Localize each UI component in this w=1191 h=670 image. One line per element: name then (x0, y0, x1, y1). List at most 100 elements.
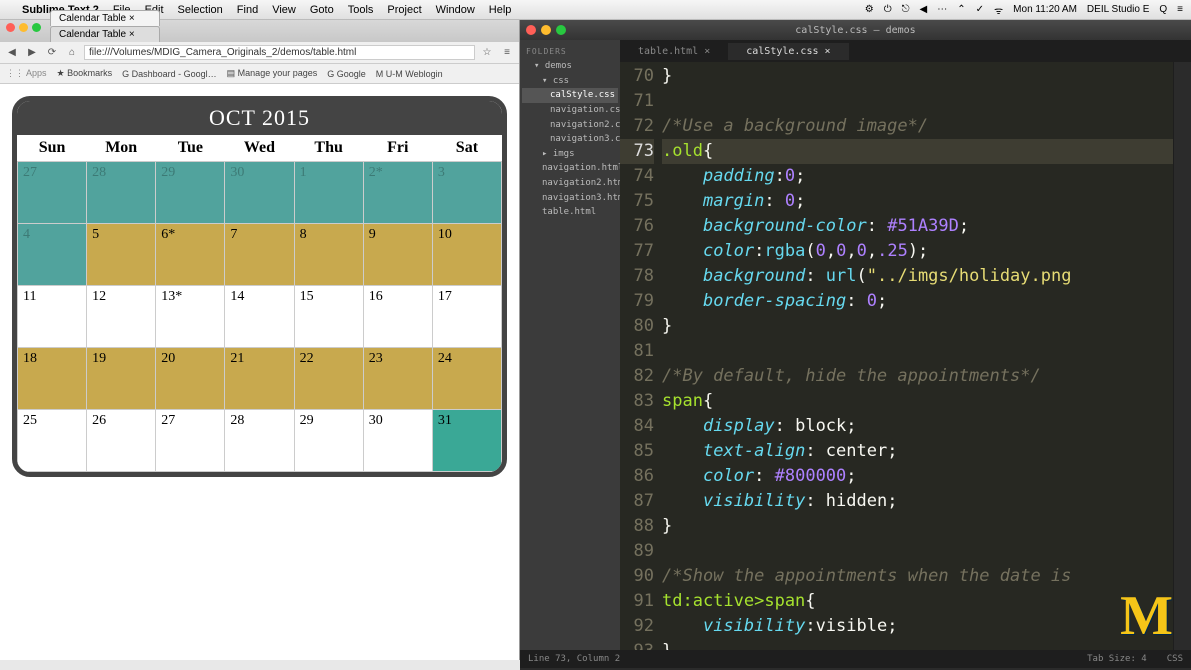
calendar-cell[interactable]: 29 (156, 162, 225, 224)
code-line[interactable]: } (662, 514, 1173, 539)
calendar-cell[interactable]: 19 (87, 348, 156, 410)
calendar-cell[interactable]: 14 (225, 286, 294, 348)
menu-tools[interactable]: Tools (348, 4, 374, 16)
menubar-status[interactable]: ✓ (976, 4, 984, 15)
menubar-status[interactable]: ◀ (920, 4, 928, 15)
code-line[interactable]: /*Show the appointments when the date is (662, 564, 1173, 589)
back-icon[interactable]: ◀ (4, 47, 20, 58)
code-line[interactable]: background: url("../imgs/holiday.png (662, 264, 1173, 289)
sidebar-item[interactable]: table.html (522, 205, 618, 220)
chrome-tab[interactable]: Calendar Table × (50, 10, 160, 26)
calendar-cell[interactable]: 27 (18, 162, 87, 224)
sidebar-item[interactable]: navigation.css (522, 103, 618, 118)
code-line[interactable]: padding:0; (662, 164, 1173, 189)
menu-window[interactable]: Window (436, 4, 475, 16)
code-line[interactable]: .old{ (662, 139, 1173, 164)
code-line[interactable] (662, 339, 1173, 364)
calendar-cell[interactable]: 7 (225, 224, 294, 286)
calendar-cell[interactable]: 11 (18, 286, 87, 348)
code-line[interactable]: text-align: center; (662, 439, 1173, 464)
menu-project[interactable]: Project (387, 4, 421, 16)
calendar-cell[interactable]: 25 (18, 410, 87, 472)
calendar-cell[interactable]: 22 (294, 348, 363, 410)
editor-tab[interactable]: table.html × (620, 43, 728, 60)
code-line[interactable]: color: #800000; (662, 464, 1173, 489)
sidebar-item[interactable]: ▸ imgs (522, 147, 618, 162)
calendar-cell[interactable]: 4 (18, 224, 87, 286)
menubar-status[interactable]: ⚙ (865, 4, 874, 15)
menubar-status[interactable]: Mon 11:20 AM (1013, 4, 1077, 15)
calendar-cell[interactable]: 16 (363, 286, 432, 348)
calendar-cell[interactable]: 31 (432, 410, 501, 472)
chrome-tab[interactable]: Calendar Table × (50, 26, 160, 42)
calendar-cell[interactable]: 18 (18, 348, 87, 410)
code-line[interactable]: } (662, 314, 1173, 339)
sidebar-item[interactable]: navigation.html (522, 161, 618, 176)
sidebar-item[interactable]: ▾ css (522, 74, 618, 89)
calendar-cell[interactable]: 3 (432, 162, 501, 224)
chrome-traffic-lights[interactable] (6, 23, 41, 32)
menu-icon[interactable]: ≡ (499, 47, 515, 58)
calendar-cell[interactable]: 30 (363, 410, 432, 472)
sidebar-item[interactable]: navigation3.html (522, 191, 618, 206)
menubar-status[interactable]: ⏻ (884, 4, 892, 15)
menubar-status[interactable]: ≡ (1177, 4, 1183, 15)
bookmark-item[interactable]: G Dashboard - Googl… (122, 69, 217, 79)
menubar-status[interactable]: ⌃ (957, 4, 965, 15)
calendar-cell[interactable]: 12 (87, 286, 156, 348)
sidebar-item[interactable]: ▾ demos (522, 59, 618, 74)
calendar-cell[interactable]: 21 (225, 348, 294, 410)
forward-icon[interactable]: ▶ (24, 47, 40, 58)
calendar-cell[interactable]: 17 (432, 286, 501, 348)
calendar-cell[interactable]: 2* (363, 162, 432, 224)
sidebar-item[interactable]: navigation2.html (522, 176, 618, 191)
calendar-cell[interactable]: 24 (432, 348, 501, 410)
code-line[interactable]: color:rgba(0,0,0,.25); (662, 239, 1173, 264)
calendar-cell[interactable]: 8 (294, 224, 363, 286)
calendar-cell[interactable]: 5 (87, 224, 156, 286)
editor-tab[interactable]: calStyle.css × (728, 43, 848, 60)
sidebar-item[interactable]: calStyle.css (522, 88, 618, 103)
status-tabsize[interactable]: Tab Size: 4 (1087, 654, 1147, 664)
menubar-status[interactable]: ⎋ (902, 4, 910, 15)
calendar-cell[interactable]: 23 (363, 348, 432, 410)
calendar-cell[interactable]: 28 (87, 162, 156, 224)
code-line[interactable]: border-spacing: 0; (662, 289, 1173, 314)
status-lang[interactable]: CSS (1167, 654, 1183, 664)
menu-selection[interactable]: Selection (178, 4, 223, 16)
bookmark-item[interactable]: G Google (327, 69, 366, 79)
sidebar-item[interactable]: navigation3.css (522, 132, 618, 147)
code-area[interactable]: } /*Use a background image*/.old{ padding… (662, 62, 1173, 650)
minimap[interactable] (1173, 62, 1191, 650)
code-line[interactable]: margin: 0; (662, 189, 1173, 214)
menubar-status[interactable]: Q (1159, 4, 1167, 15)
code-line[interactable]: /*Use a background image*/ (662, 114, 1173, 139)
code-line[interactable]: display: block; (662, 414, 1173, 439)
calendar-cell[interactable]: 29 (294, 410, 363, 472)
calendar-cell[interactable]: 13* (156, 286, 225, 348)
code-line[interactable]: visibility: hidden; (662, 489, 1173, 514)
menubar-status[interactable]: DEIL Studio E (1087, 4, 1149, 15)
code-line[interactable] (662, 89, 1173, 114)
calendar-cell[interactable]: 20 (156, 348, 225, 410)
code-line[interactable]: } (662, 639, 1173, 650)
editor[interactable]: 7071727374757677787980818283848586878889… (620, 62, 1191, 650)
code-line[interactable]: background-color: #51A39D; (662, 214, 1173, 239)
home-icon[interactable]: ⌂ (64, 47, 80, 58)
bookmark-item[interactable]: ★ Bookmarks (57, 68, 113, 79)
code-line[interactable]: /*By default, hide the appointments*/ (662, 364, 1173, 389)
code-line[interactable]: td:active>span{ (662, 589, 1173, 614)
menu-view[interactable]: View (272, 4, 296, 16)
menubar-status[interactable]: ⋯ (937, 4, 947, 15)
bookmark-item[interactable]: ⋮⋮ Apps (6, 68, 47, 79)
sidebar-item[interactable]: navigation2.css (522, 118, 618, 133)
calendar-cell[interactable]: 30 (225, 162, 294, 224)
menubar-status[interactable]: ᯤ (994, 3, 1003, 17)
menu-find[interactable]: Find (237, 4, 258, 16)
calendar-cell[interactable]: 28 (225, 410, 294, 472)
calendar-cell[interactable]: 10 (432, 224, 501, 286)
star-icon[interactable]: ☆ (479, 47, 495, 58)
bookmark-item[interactable]: ▤ Manage your pages (227, 68, 318, 79)
calendar-cell[interactable]: 9 (363, 224, 432, 286)
code-line[interactable]: span{ (662, 389, 1173, 414)
